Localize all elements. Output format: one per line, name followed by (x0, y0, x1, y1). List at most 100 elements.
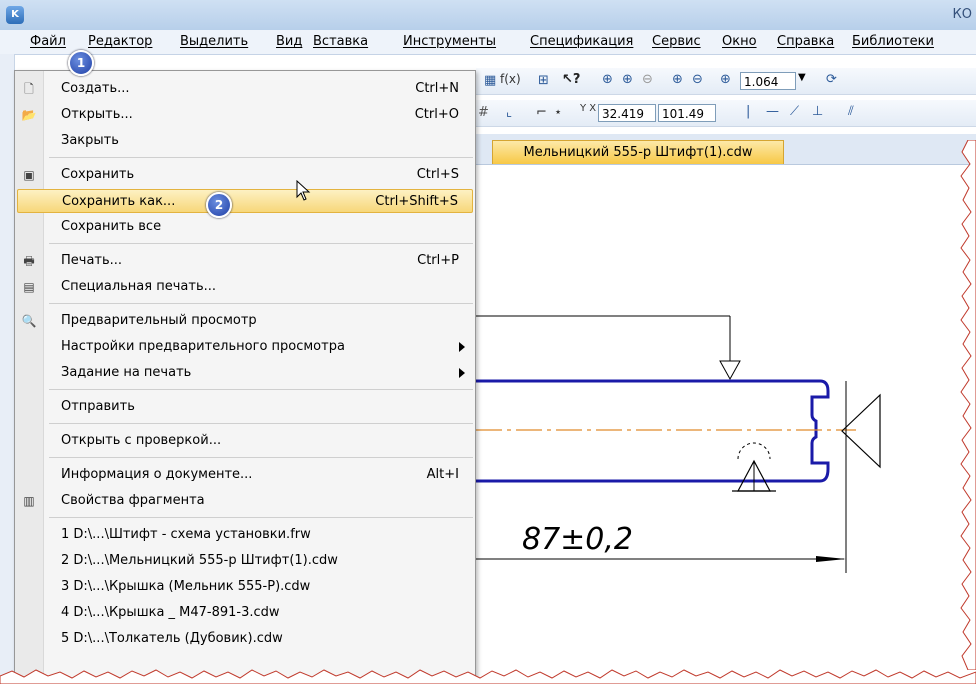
menu-item-label: 1 D:\...\Штифт - схема установки.frw (61, 527, 311, 542)
new-document-icon: 🗋 (24, 82, 34, 96)
window-title: КО (952, 7, 972, 22)
menu-item-label: Свойства фрагмента (61, 493, 205, 508)
zoom-scale-icon[interactable]: ⊕ (720, 72, 731, 87)
menu-tools[interactable]: Инструменты (403, 34, 496, 49)
properties-icon: ▥ (23, 494, 35, 508)
zoom-select-icon[interactable]: ⊕ (622, 72, 633, 87)
help-pointer-icon[interactable]: ↖? (562, 72, 580, 87)
menu-item-label: Отправить (61, 399, 135, 414)
menu-item-label: 5 D:\...\Толкатель (Дубовик).cdw (61, 631, 283, 646)
menu-item-special-print[interactable]: ▤ Специальная печать... (15, 275, 475, 299)
menu-item-recent-1[interactable]: 1 D:\...\Штифт - схема установки.frw (15, 523, 475, 547)
menu-item-recent-2[interactable]: 2 D:\...\Мельницкий 555-р Штифт(1).cdw (15, 549, 475, 573)
coord-x-field[interactable]: 32.419 (598, 104, 656, 122)
menu-separator (49, 243, 473, 244)
perpendicular-icon[interactable]: ⊥ (812, 104, 823, 119)
slanted-line-icon[interactable]: ⟋ (790, 104, 799, 119)
menu-item-label: Сохранить как... (62, 194, 176, 209)
menu-item-open-with-check[interactable]: Открыть с проверкой... (15, 429, 475, 453)
menu-editor[interactable]: Редактор (88, 34, 152, 49)
ortho-icon[interactable]: ⌐ (536, 105, 547, 120)
menu-item-print-job[interactable]: Задание на печать (15, 361, 475, 385)
menu-item-recent-5[interactable]: 5 D:\...\Толкатель (Дубовик).cdw (15, 627, 475, 651)
parallel-icon[interactable]: ⫽ (848, 104, 854, 119)
menu-bar: Файл Редактор Выделить Вид Вставка Инстр… (0, 30, 976, 55)
menu-item-label: 2 D:\...\Мельницкий 555-р Штифт(1).cdw (61, 553, 338, 568)
menu-separator (49, 389, 473, 390)
menu-item-label: Задание на печать (61, 365, 192, 380)
menu-item-label: Открыть с проверкой... (61, 433, 222, 448)
menu-item-label: Открыть... (61, 107, 133, 122)
step-badge-1: 1 (68, 50, 94, 76)
zoom-dropdown-icon[interactable]: ▼ (798, 72, 806, 83)
zoom-input[interactable]: 1.064 (740, 72, 796, 90)
menu-separator (49, 157, 473, 158)
menu-help[interactable]: Справка (777, 34, 834, 49)
mouse-cursor-icon (296, 180, 311, 201)
menu-separator (49, 457, 473, 458)
special-print-icon: ▤ (23, 280, 35, 294)
menu-insert[interactable]: Вставка (313, 34, 368, 49)
menu-item-fragment-properties[interactable]: ▥ Свойства фрагмента (15, 489, 475, 513)
horizontal-line-icon[interactable]: — (766, 104, 779, 119)
tab-document[interactable]: Мельницкий 555-р Штифт(1).cdw (492, 140, 784, 164)
menu-item-open[interactable]: 📂 Открыть... Ctrl+O (15, 103, 475, 127)
drawing-canvas[interactable]: 87±0,2 (476, 165, 976, 684)
menu-item-preview-settings[interactable]: Настройки предварительного просмотра (15, 335, 475, 359)
file-menu-dropdown: 🗋 Создать... Ctrl+N 📂 Открыть... Ctrl+O … (14, 70, 476, 684)
menu-item-close[interactable]: Закрыть (15, 129, 475, 153)
line-tool-icon[interactable]: | (746, 104, 750, 119)
menu-select[interactable]: Выделить (180, 34, 248, 49)
menu-item-new[interactable]: 🗋 Создать... Ctrl+N (15, 77, 475, 101)
menu-view[interactable]: Вид (276, 34, 302, 49)
menu-item-label: Создать... (61, 81, 130, 96)
zoom-in-icon[interactable]: ⊕ (672, 72, 683, 87)
menu-window[interactable]: Окно (722, 34, 757, 49)
menu-item-document-info[interactable]: Информация о документе... Alt+I (15, 463, 475, 487)
menu-specification[interactable]: Спецификация (530, 34, 633, 49)
grid-icon[interactable]: # (478, 105, 489, 120)
menu-item-shortcut: Ctrl+S (416, 167, 459, 182)
zoom-out-icon[interactable]: ⊖ (692, 72, 703, 87)
menu-item-shortcut: Ctrl+O (414, 107, 459, 122)
dimension-text: 87±0,2 (522, 522, 633, 557)
menu-file[interactable]: Файл (30, 34, 66, 49)
shaft-outline (476, 379, 830, 483)
zoom-window-icon[interactable]: ⊕ (602, 72, 613, 87)
print-preview-icon: 🔍 (21, 314, 37, 328)
save-icon: ▣ (23, 168, 35, 182)
torn-edge-bottom (0, 669, 976, 684)
zoom-previous-icon[interactable]: ⊖ (642, 72, 653, 87)
coords-icon: Y X (580, 103, 597, 114)
submenu-arrow-icon (459, 342, 465, 352)
local-cs-icon[interactable]: ⌞ (506, 105, 512, 120)
menu-item-recent-3[interactable]: 3 D:\...\Крышка (Мельник 555-Р).cdw (15, 575, 475, 599)
menu-item-print[interactable]: 🖶 Печать... Ctrl+P (15, 249, 475, 273)
menu-item-label: Сохранить (61, 167, 135, 182)
menu-item-shortcut: Alt+I (426, 467, 459, 482)
menu-item-label: Закрыть (61, 133, 119, 148)
support-arc (737, 442, 771, 460)
menu-item-recent-4[interactable]: 4 D:\...\Крышка _ М47-891-3.cdw (15, 601, 475, 625)
coord-y-field[interactable]: 101.49 (658, 104, 716, 122)
menu-item-label: 3 D:\...\Крышка (Мельник 555-Р).cdw (61, 579, 311, 594)
snap-icon[interactable]: ⋆ (554, 105, 562, 120)
menu-item-print-preview[interactable]: 🔍 Предварительный просмотр (15, 309, 475, 333)
table-icon[interactable]: ▦ (484, 73, 496, 88)
title-bar: K КО (0, 0, 976, 31)
toolbar-current-state: # ⌞ ⌐ ⋆ Y X 32.419 101.49 | — ⟋ ⊥ ⫽ (476, 100, 976, 127)
menu-item-save[interactable]: ▣ Сохранить Ctrl+S (15, 163, 475, 187)
torn-edge-right (960, 140, 976, 670)
refresh-icon[interactable]: ⟳ (826, 72, 837, 87)
function-icon[interactable]: f(x) (500, 72, 521, 86)
submenu-arrow-icon (459, 368, 465, 378)
menu-item-save-as[interactable]: Сохранить как... Ctrl+Shift+S (17, 189, 473, 213)
menu-item-save-all[interactable]: Сохранить все (15, 215, 475, 239)
menu-item-label: Сохранить все (61, 219, 162, 234)
menu-separator (49, 517, 473, 518)
menu-libraries[interactable]: Библиотеки (852, 34, 934, 49)
menu-item-send[interactable]: Отправить (15, 395, 475, 419)
calculator-icon[interactable]: ⊞ (538, 73, 549, 88)
printer-icon: 🖶 (23, 254, 35, 268)
menu-service[interactable]: Сервис (652, 34, 701, 49)
